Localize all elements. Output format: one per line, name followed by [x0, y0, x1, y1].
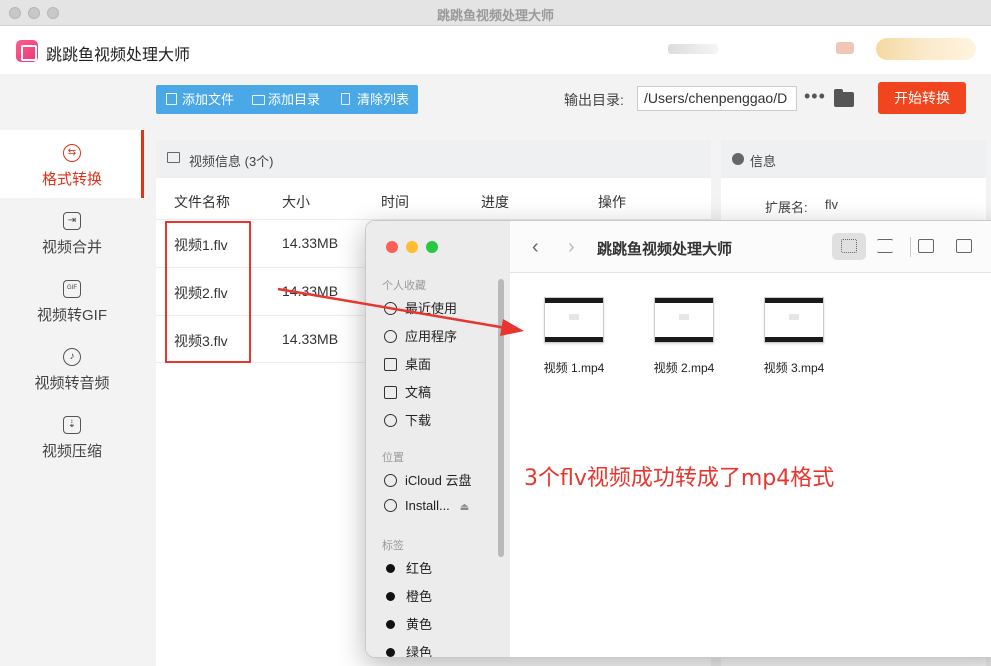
annotation-arrow — [277, 287, 524, 336]
annotation-text: 3个flv视频成功转成了mp4格式 — [524, 466, 835, 491]
